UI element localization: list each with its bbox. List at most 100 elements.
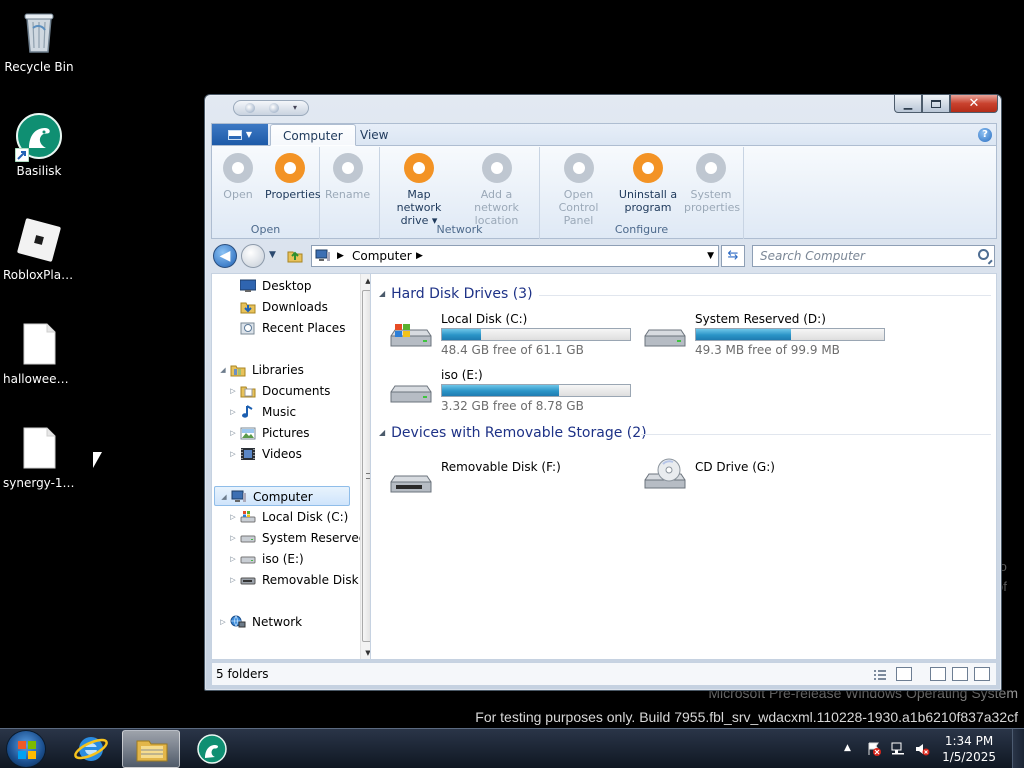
chevron-down-icon[interactable]: ▼ [707, 246, 714, 266]
desktop-icon-synergy-file[interactable]: synergy-1.... [1, 424, 77, 490]
drive-local-disk-c[interactable]: Local Disk (C:) 48.4 GB free of 61.1 GB [387, 312, 637, 360]
section-header-removable-storage[interactable]: ◢ Devices with Removable Storage (2) [379, 425, 991, 441]
nav-item-local-disk-c[interactable]: ▷ Local Disk (C:) [212, 507, 360, 527]
nav-item-pictures[interactable]: ▷ Pictures [212, 423, 360, 443]
details-pane-icon[interactable] [974, 667, 990, 681]
desktop-icon-halloween-file[interactable]: halloween-8... [1, 320, 77, 386]
item-count: 5 folders [216, 667, 269, 681]
layout-pane-icon[interactable] [930, 667, 946, 681]
nav-item-desktop[interactable]: Desktop [212, 276, 360, 296]
help-icon[interactable]: ? [978, 128, 992, 142]
thumbnail-view-icon[interactable] [896, 667, 912, 681]
drive-removable-disk-f[interactable]: Removable Disk (F:) [387, 460, 637, 508]
title-bar[interactable]: ▾ ▁ ✕ [205, 95, 1001, 121]
navigation-pane[interactable]: Desktop Downloads Recent Places ◢ Librar… [211, 273, 371, 660]
collapsed-arrow-icon[interactable]: ▷ [228, 402, 238, 422]
system-clock[interactable]: 1:34 PM 1/5/2025 [942, 733, 996, 765]
expanded-arrow-icon[interactable]: ◢ [218, 360, 228, 380]
back-button[interactable]: ◀ [213, 244, 237, 268]
collapsed-arrow-icon[interactable]: ▷ [228, 423, 238, 443]
desktop-icon-roblox[interactable]: RobloxPlay... [1, 216, 77, 282]
drive-icon [644, 329, 686, 347]
drive-usage-bar [441, 384, 631, 397]
volume-muted-icon[interactable] [914, 741, 930, 757]
scroll-up-icon[interactable]: ▲ [361, 274, 370, 288]
nav-item-label: Downloads [262, 300, 328, 314]
quick-access-toolbar[interactable]: ▾ [233, 100, 309, 116]
refresh-button[interactable]: ⇆ [721, 245, 745, 267]
explorer-window[interactable]: ▾ ▁ ✕ ▼ Computer View ? Open Properties … [204, 94, 1002, 691]
collapse-arrow-icon[interactable]: ◢ [379, 428, 385, 437]
close-button[interactable]: ✕ [950, 95, 998, 113]
drive-system-reserved-d[interactable]: System Reserved (D:) 49.3 MB free of 99.… [641, 312, 891, 360]
desktop-icon-label: RobloxPlay... [3, 268, 77, 282]
nav-item-music[interactable]: ▷ Music [212, 402, 360, 422]
up-folder-icon[interactable] [287, 247, 303, 263]
nav-item-computer[interactable]: ◢ Computer [214, 486, 350, 506]
control-panel-icon [563, 153, 594, 183]
scrollbar-thumb[interactable] [362, 290, 370, 642]
start-button[interactable] [6, 730, 46, 768]
minimize-button[interactable]: ▁ [894, 95, 922, 113]
recent-locations-dropdown[interactable]: ▼ [269, 250, 276, 260]
collapsed-arrow-icon[interactable]: ▷ [228, 444, 238, 464]
nav-item-recent-places[interactable]: Recent Places [212, 318, 360, 338]
tab-view[interactable]: View [348, 124, 400, 146]
nav-item-documents[interactable]: ▷ Documents [212, 381, 360, 401]
windows-drive-icon [390, 324, 432, 347]
nav-item-videos[interactable]: ▷ Videos [212, 444, 360, 464]
nav-item-label: Pictures [262, 426, 310, 440]
basilisk-icon [197, 734, 227, 764]
expanded-arrow-icon[interactable]: ◢ [219, 487, 229, 507]
details-view-icon[interactable] [872, 667, 888, 681]
collapsed-arrow-icon[interactable]: ▷ [228, 381, 238, 401]
breadcrumb-separator-icon[interactable]: ▶ [337, 246, 344, 266]
forward-button[interactable] [241, 244, 265, 268]
drive-cd-g[interactable]: CD Drive (G:) [641, 458, 891, 508]
maximize-button[interactable] [922, 95, 950, 113]
nav-item-network[interactable]: ▷ Network [212, 612, 360, 632]
tab-computer[interactable]: Computer [270, 124, 356, 146]
scroll-down-icon[interactable]: ▼ [361, 646, 370, 659]
taskbar-windows-explorer[interactable] [122, 730, 180, 768]
nav-item-system-reserved[interactable]: ▷ System Reserved [212, 528, 366, 548]
address-bar[interactable]: ▶ Computer ▶ ▼ [311, 245, 719, 267]
collapsed-arrow-icon[interactable]: ▷ [218, 612, 228, 632]
desktop-icon-label: Basilisk [16, 164, 62, 178]
button-label: System [690, 188, 732, 201]
collapsed-arrow-icon[interactable]: ▷ [228, 570, 238, 590]
desktop-icon-recycle-bin[interactable]: Recycle Bin [1, 8, 77, 74]
drive-name: Removable Disk (F:) [441, 460, 561, 474]
search-input[interactable]: Search Computer [752, 245, 995, 267]
application-menu-button[interactable]: ▼ [212, 124, 268, 145]
quick-access-icon[interactable] [244, 103, 255, 113]
drive-iso-e[interactable]: iso (E:) 3.32 GB free of 8.78 GB [387, 368, 637, 416]
nav-item-libraries[interactable]: ◢ Libraries [212, 360, 360, 380]
collapsed-arrow-icon[interactable]: ▷ [228, 528, 238, 548]
show-desktop-button[interactable] [1012, 729, 1024, 768]
section-header-label: Devices with Removable Storage (2) [391, 425, 647, 441]
quick-access-icon[interactable] [268, 103, 279, 113]
collapsed-arrow-icon[interactable]: ▷ [228, 549, 238, 569]
breadcrumb-computer[interactable]: Computer [352, 246, 412, 266]
nav-item-downloads[interactable]: Downloads [212, 297, 360, 317]
collapse-arrow-icon[interactable]: ◢ [379, 289, 385, 298]
chevron-down-icon[interactable]: ▾ [293, 103, 297, 113]
content-pane[interactable]: ◢ Hard Disk Drives (3) Local Disk (C:) 48… [371, 273, 997, 660]
nav-item-removable-disk[interactable]: ▷ Removable Disk ( [212, 570, 367, 590]
nav-item-iso-e[interactable]: ▷ iso (E:) [212, 549, 360, 569]
show-hidden-icons-button[interactable]: ▲ [844, 743, 860, 759]
collapsed-arrow-icon[interactable]: ▷ [228, 507, 238, 527]
search-icon[interactable] [978, 249, 989, 260]
preview-pane-icon[interactable] [952, 667, 968, 681]
action-center-icon[interactable] [866, 741, 882, 757]
rename-button[interactable]: Rename [322, 147, 373, 239]
breadcrumb-separator-icon[interactable]: ▶ [416, 246, 423, 266]
taskbar-internet-explorer[interactable] [62, 730, 120, 768]
network-status-icon[interactable] [890, 741, 906, 757]
nav-item-label: Removable Disk ( [262, 573, 368, 587]
section-header-hard-disk-drives[interactable]: ◢ Hard Disk Drives (3) [379, 286, 991, 302]
desktop-icon-basilisk[interactable]: Basilisk [1, 112, 77, 178]
nav-pane-scrollbar[interactable]: ▲ ▼ [360, 274, 370, 659]
taskbar-basilisk[interactable] [183, 730, 241, 768]
